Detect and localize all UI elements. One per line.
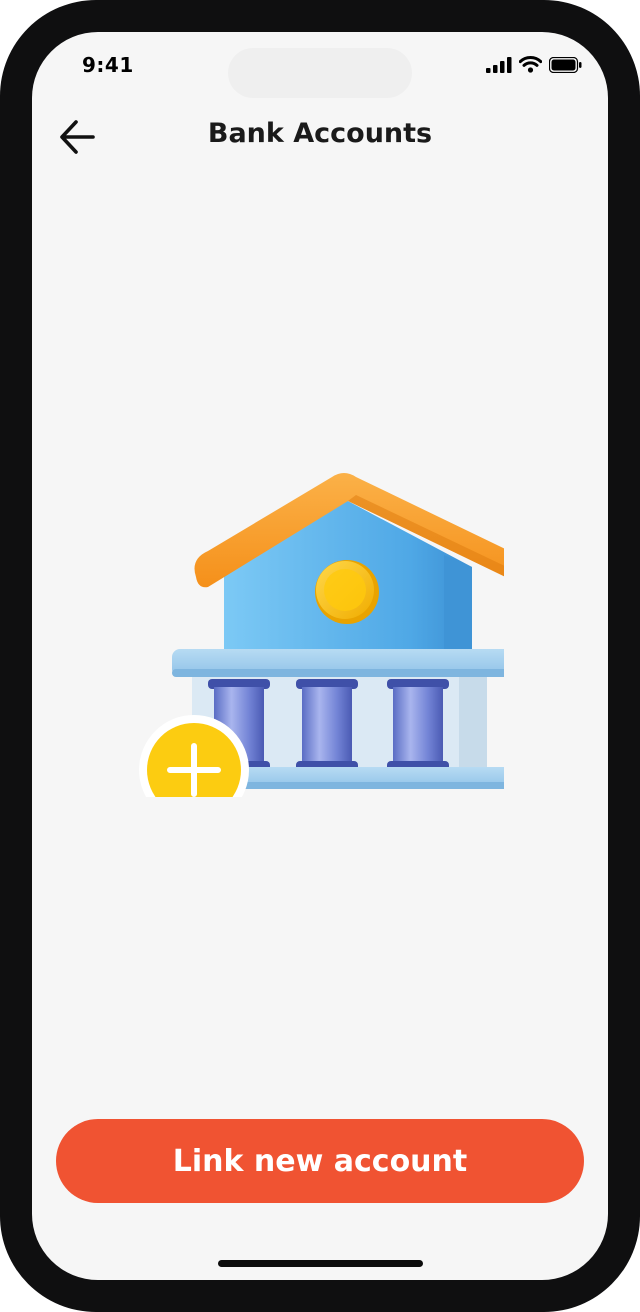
link-new-account-button[interactable]: Link new account [56, 1119, 584, 1203]
status-bar: 9:41 [32, 32, 608, 102]
home-indicator [218, 1260, 423, 1267]
phone-frame: 9:41 Bank Accounts Link new account [0, 0, 640, 1312]
navigation-bar: Bank Accounts [32, 110, 608, 160]
battery-icon [549, 56, 582, 73]
status-time: 9:41 [82, 53, 134, 77]
app-screen: 9:41 Bank Accounts Link new account [32, 32, 608, 1280]
dynamic-island [228, 48, 412, 98]
cellular-signal-icon [486, 56, 512, 73]
status-icons [486, 56, 582, 73]
wifi-icon [519, 56, 542, 73]
bank-building-illustration [139, 473, 504, 797]
page-title: Bank Accounts [207, 118, 433, 149]
